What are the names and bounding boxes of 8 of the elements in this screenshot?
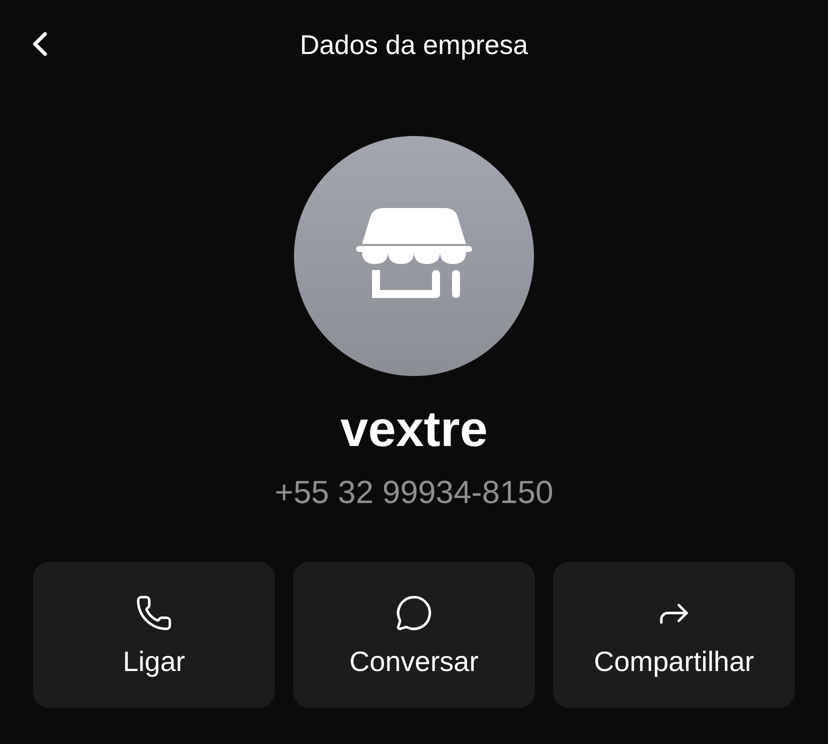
action-button[interactable]: Ligar — [33, 562, 275, 708]
action-button[interactable]: Compartilhar — [553, 562, 795, 708]
action-button[interactable]: Conversar — [293, 562, 535, 708]
business-name: vextre — [340, 404, 488, 454]
page-title: Dados da empresa — [300, 28, 528, 62]
phone-icon — [135, 594, 173, 632]
speech-bubble-icon — [395, 594, 433, 632]
phone-number: +55 32 99934-8150 — [274, 476, 554, 508]
